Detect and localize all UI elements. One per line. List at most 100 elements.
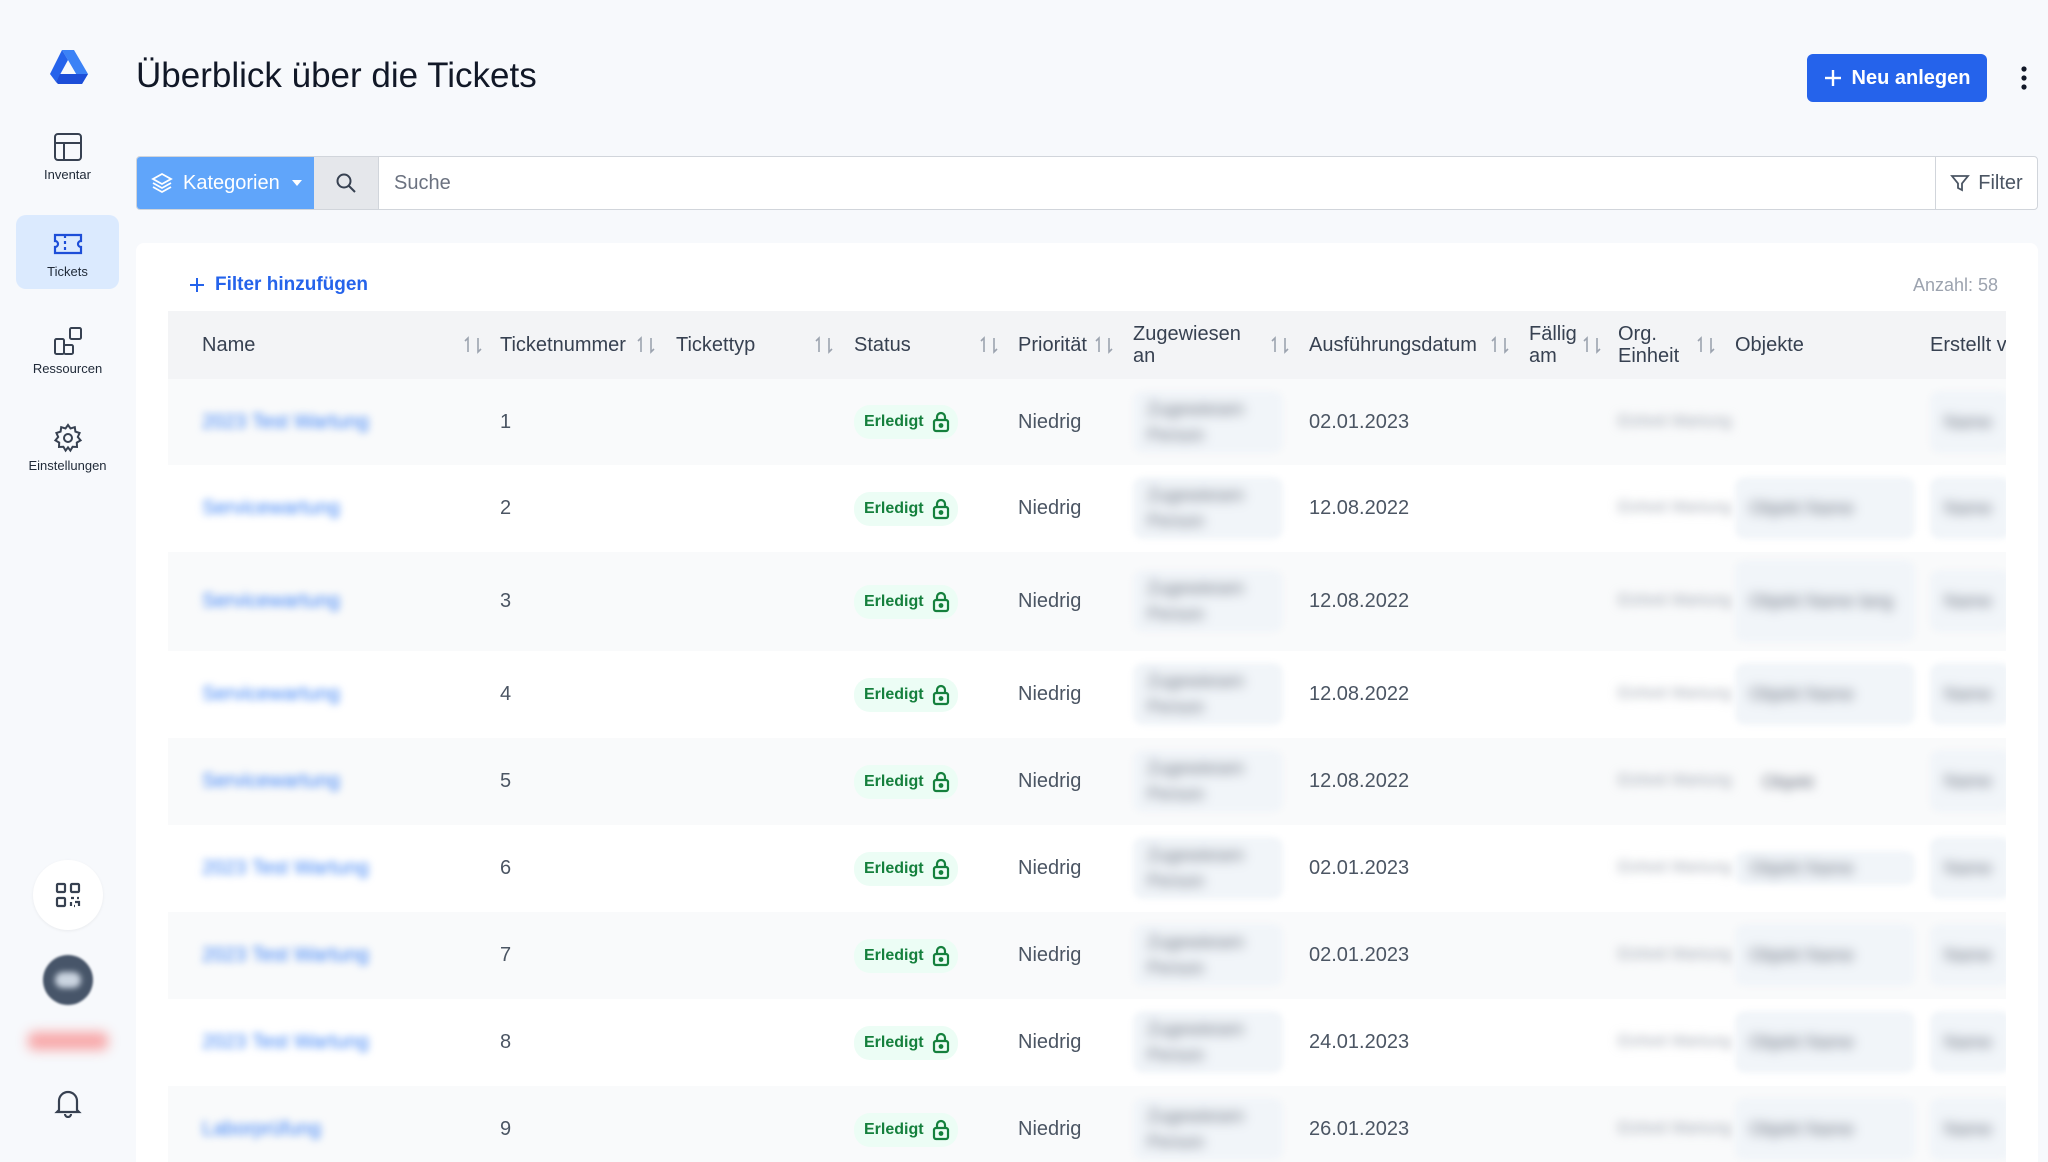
sort-icon[interactable]: [1269, 335, 1291, 355]
table-header: Name Ticketnummer Tickettyp Status Prior…: [168, 311, 2006, 379]
table-row[interactable]: Laborprüfung 9 Erledigt Niedrig Zugewies…: [168, 1086, 2006, 1162]
execution-date: 02.01.2023: [1309, 410, 1410, 433]
assignee-chip: Zugewiesen Person: [1133, 924, 1283, 986]
avatar[interactable]: [43, 955, 93, 1005]
priority: Niedrig: [1018, 770, 1082, 792]
sidebar-item-inventar[interactable]: Inventar: [16, 118, 119, 192]
sort-icon[interactable]: [813, 335, 835, 355]
ticket-name-link[interactable]: 2023 Test Wartung: [202, 1031, 369, 1054]
search-input[interactable]: [379, 157, 1935, 209]
creator-chip: Name: [1930, 924, 2006, 986]
status-label: Erledigt: [864, 859, 924, 877]
table-row[interactable]: Servicewartung 3 Erledigt Niedrig Zugewi…: [168, 552, 2006, 651]
ticket-name-link[interactable]: Servicewartung: [202, 590, 340, 613]
sidebar: Inventar Tickets Ressourcen Einstellunge…: [0, 0, 135, 1162]
column-header-ticketnummer[interactable]: Ticketnummer: [500, 311, 626, 379]
filter-button[interactable]: Filter: [1935, 157, 2037, 209]
table-row[interactable]: 2023 Test Wartung 1 Erledigt Niedrig Zug…: [168, 379, 2006, 465]
table-row[interactable]: Servicewartung 4 Erledigt Niedrig Zugewi…: [168, 651, 2006, 738]
creator-chip: Name: [1930, 1011, 2006, 1073]
qr-code-button[interactable]: [33, 860, 103, 930]
column-label: Zugewiesen: [1133, 323, 1241, 345]
sort-icon[interactable]: [978, 335, 1000, 355]
column-header-objekte[interactable]: Objekte: [1735, 311, 1804, 379]
status-badge: Erledigt: [854, 764, 958, 799]
column-header-zugewiesen[interactable]: Zugewiesen an: [1133, 311, 1241, 379]
status-badge: Erledigt: [854, 938, 958, 973]
org-unit: Einheit Wartung: [1618, 1033, 1732, 1050]
column-header-prioritaet[interactable]: Priorität: [1018, 311, 1087, 379]
sidebar-item-einstellungen[interactable]: Einstellungen: [16, 409, 119, 483]
sidebar-item-tickets[interactable]: Tickets: [16, 215, 119, 289]
sort-icon[interactable]: [1489, 335, 1511, 355]
lock-icon: [932, 945, 949, 966]
bell-icon[interactable]: [54, 1088, 82, 1118]
search-button[interactable]: [314, 157, 379, 209]
assignee-chip: Zugewiesen Person: [1133, 477, 1283, 539]
column-header-erstellt[interactable]: Erstellt v: [1930, 311, 2006, 379]
sort-icon[interactable]: [1695, 335, 1717, 355]
sidebar-item-label: Einstellungen: [28, 458, 107, 473]
app-logo[interactable]: [47, 48, 89, 88]
ticket-name-link[interactable]: Servicewartung: [202, 683, 340, 706]
column-header-name[interactable]: Name: [202, 311, 255, 379]
table-row[interactable]: Servicewartung 2 Erledigt Niedrig Zugewi…: [168, 465, 2006, 552]
object-chip: Objekt Name: [1735, 663, 1915, 725]
sort-icon[interactable]: [462, 335, 484, 355]
qr-code-icon: [55, 882, 81, 908]
table-row[interactable]: Servicewartung 5 Erledigt Niedrig Zugewi…: [168, 738, 2006, 825]
filter-icon: [1950, 175, 1971, 192]
status-label: Erledigt: [864, 1120, 924, 1138]
execution-date: 12.08.2022: [1309, 770, 1410, 792]
column-label: Tickettyp: [676, 334, 756, 356]
org-unit: Einheit Wartung: [1618, 413, 1732, 430]
column-label: Priorität: [1018, 334, 1087, 356]
object-chip: Objekt Name: [1735, 851, 1915, 885]
ticket-name-link[interactable]: Laborprüfung: [202, 1118, 321, 1141]
priority: Niedrig: [1018, 497, 1082, 519]
ticket-number: 1: [500, 410, 512, 433]
ticket-name-link[interactable]: 2023 Test Wartung: [202, 857, 369, 880]
ticket-number: 5: [500, 770, 512, 792]
object-chip: Objekt Name lang: [1735, 560, 1915, 642]
ticket-name-link[interactable]: 2023 Test Wartung: [202, 944, 369, 967]
table-row[interactable]: 2023 Test Wartung 8 Erledigt Niedrig Zug…: [168, 999, 2006, 1086]
execution-date: 02.01.2023: [1309, 857, 1410, 879]
table-row[interactable]: 2023 Test Wartung 6 Erledigt Niedrig Zug…: [168, 825, 2006, 912]
new-ticket-label: Neu anlegen: [1851, 66, 1971, 89]
ticket-name-link[interactable]: Servicewartung: [202, 770, 340, 793]
status-badge: Erledigt: [854, 1112, 958, 1147]
table-row[interactable]: 2023 Test Wartung 7 Erledigt Niedrig Zug…: [168, 912, 2006, 999]
status-badge: Erledigt: [854, 851, 958, 886]
column-header-org-einheit[interactable]: Org. Einheit: [1618, 311, 1679, 379]
column-header-ausfuehrungsdatum[interactable]: Ausführungsdatum: [1309, 311, 1477, 379]
sidebar-item-ressourcen[interactable]: Ressourcen: [16, 312, 119, 386]
ticket-name-link[interactable]: Servicewartung: [202, 497, 340, 520]
gear-icon: [53, 423, 82, 453]
ticket-number: 8: [500, 1031, 512, 1053]
priority: Niedrig: [1018, 683, 1082, 705]
org-unit: Einheit Wartung: [1618, 685, 1732, 702]
column-header-faellig[interactable]: Fällig am: [1529, 311, 1577, 379]
add-filter-button[interactable]: Filter hinzufügen: [189, 274, 368, 296]
ticket-count: Anzahl: 58: [1913, 275, 1999, 295]
ticket-name-link[interactable]: 2023 Test Wartung: [202, 411, 369, 434]
priority: Niedrig: [1018, 410, 1082, 433]
new-ticket-button[interactable]: Neu anlegen: [1807, 54, 1987, 102]
sort-icon[interactable]: [635, 335, 657, 355]
creator-chip: Name: [1930, 750, 2006, 812]
notice-badge: [28, 1032, 108, 1050]
sort-icon[interactable]: [1093, 335, 1115, 355]
sort-icon[interactable]: [1581, 335, 1603, 355]
column-header-status[interactable]: Status: [854, 311, 911, 379]
ticket-number: 4: [500, 683, 512, 705]
assignee-chip: Zugewiesen Person: [1133, 570, 1283, 632]
filter-label: Filter: [1978, 171, 2023, 194]
object-chip: Objekt Name: [1735, 1011, 1915, 1073]
column-label: Objekte: [1735, 334, 1804, 356]
more-options-icon[interactable]: [2014, 64, 2034, 92]
plus-icon: [190, 278, 204, 292]
assignee-chip: Zugewiesen Person: [1133, 837, 1283, 899]
categories-button[interactable]: Kategorien: [137, 157, 314, 209]
column-header-tickettyp[interactable]: Tickettyp: [676, 311, 755, 379]
